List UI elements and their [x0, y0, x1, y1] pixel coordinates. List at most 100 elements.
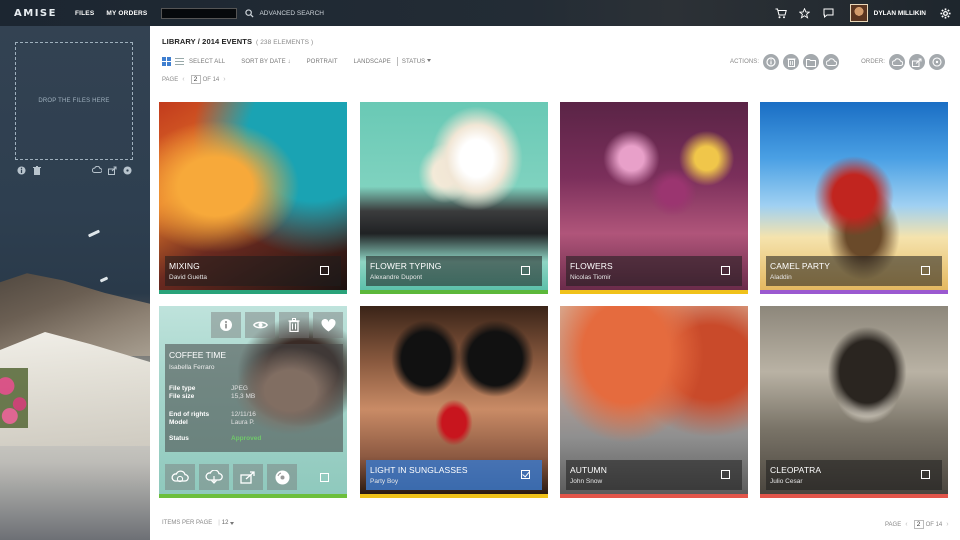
- card-title: COFFEE TIME: [169, 350, 226, 360]
- card-author: Julio Cesar: [770, 478, 803, 485]
- items-per-page: ITEMS PER PAGE | 12: [162, 520, 235, 526]
- chevron-down-icon: [427, 59, 432, 63]
- nav-files[interactable]: FILES: [75, 10, 94, 17]
- trash-icon[interactable]: [783, 54, 800, 70]
- breadcrumb: LIBRARY / 2014 EVENTS ( 238 ELEMENTS ): [162, 37, 313, 46]
- status-stripe: [760, 290, 948, 294]
- eye-icon[interactable]: [245, 312, 275, 338]
- cloud-upload-icon[interactable]: [165, 464, 195, 490]
- chevron-right-icon[interactable]: ›: [223, 76, 225, 83]
- media-card-flower-typing[interactable]: FLOWER TYPING Alexandre Dupont: [360, 102, 548, 294]
- info-icon[interactable]: [211, 312, 241, 338]
- detail-label-status: Status: [169, 435, 189, 442]
- page-input[interactable]: 2: [913, 520, 924, 529]
- media-card-light-in-sunglasses[interactable]: LIGHT IN SUNGLASSES Party Boy: [360, 306, 548, 498]
- trash-icon[interactable]: [279, 312, 309, 338]
- status-stripe: [560, 290, 748, 294]
- actions-label: ACTIONS:: [730, 59, 760, 65]
- advanced-search-link[interactable]: ADVANCED SEARCH: [259, 10, 324, 17]
- card-author: Alexandre Dupont: [370, 274, 423, 281]
- toolbar: SELECT ALL SORT BY DATE ↓ PORTRAIT LANDS…: [162, 57, 447, 66]
- media-card-cleopatra[interactable]: CLEOPATRA Julio Cesar: [760, 306, 948, 498]
- card-details-panel: COFFEE TIME Isabella Ferraro File type J…: [165, 344, 343, 452]
- cloud-download-icon[interactable]: [199, 464, 229, 490]
- grid-view-icon[interactable]: [162, 57, 171, 66]
- items-per-page-select[interactable]: 12: [222, 520, 229, 526]
- trash-icon[interactable]: [32, 165, 42, 175]
- portrait-filter[interactable]: PORTRAIT: [307, 59, 338, 65]
- chevron-left-icon[interactable]: ‹: [905, 521, 907, 528]
- page-total: OF 14: [925, 521, 943, 528]
- detail-label-file-type: File type: [169, 385, 196, 392]
- media-card-mixing[interactable]: MIXING David Guetta: [159, 102, 347, 294]
- heart-icon[interactable]: [313, 312, 343, 338]
- cloud-download-icon[interactable]: [889, 54, 906, 70]
- status-stripe: [159, 290, 347, 294]
- chevron-left-icon[interactable]: ‹: [182, 76, 184, 83]
- list-view-icon[interactable]: [175, 57, 184, 66]
- media-card-flowers[interactable]: FLOWERS Nicolas Tiomir: [560, 102, 748, 294]
- page-input[interactable]: 2: [190, 75, 201, 84]
- disc-icon[interactable]: [267, 464, 297, 490]
- disc-icon[interactable]: [929, 54, 946, 70]
- status-dropdown[interactable]: STATUS: [401, 58, 432, 65]
- chevron-right-icon[interactable]: ›: [946, 521, 948, 528]
- card-title: CAMEL PARTY: [770, 261, 830, 271]
- card-select-checkbox[interactable]: [521, 266, 530, 275]
- disc-icon[interactable]: [122, 165, 132, 175]
- info-icon[interactable]: [16, 165, 26, 175]
- boat-decoration: [99, 276, 109, 283]
- card-select-checkbox[interactable]: [521, 470, 530, 479]
- gear-icon[interactable]: [938, 6, 952, 20]
- card-select-checkbox[interactable]: [721, 266, 730, 275]
- card-caption: FLOWER TYPING Alexandre Dupont: [366, 256, 542, 286]
- select-all-button[interactable]: SELECT ALL: [189, 59, 225, 65]
- chat-icon[interactable]: [822, 6, 836, 20]
- page-total: OF 14: [202, 76, 220, 83]
- status-label: STATUS: [401, 58, 426, 65]
- card-title: CLEOPATRA: [770, 465, 822, 475]
- drop-zone-label: DROP THE FILES HERE: [38, 98, 110, 104]
- detail-value-model: Laura P.: [231, 419, 255, 426]
- divider: |: [218, 520, 220, 526]
- media-card-autumn[interactable]: AUTUMN John Snow: [560, 306, 748, 498]
- landscape-filter[interactable]: LANDSCAPE: [354, 59, 391, 65]
- info-icon[interactable]: [763, 54, 780, 70]
- media-card-camel-party[interactable]: CAMEL PARTY Aladdin: [760, 102, 948, 294]
- detail-label-end-of-rights: End of rights: [169, 411, 210, 418]
- user-name[interactable]: DYLAN MILLIKIN: [874, 10, 926, 17]
- flowers-decoration: [0, 368, 28, 428]
- card-title: AUTUMN: [570, 465, 607, 475]
- element-count: ( 238 ELEMENTS ): [256, 39, 314, 46]
- folder-icon[interactable]: [803, 54, 820, 70]
- share-icon[interactable]: [233, 464, 263, 490]
- main-content: LIBRARY / 2014 EVENTS ( 238 ELEMENTS ) SE…: [150, 26, 960, 540]
- cloud-download-icon[interactable]: [92, 165, 102, 175]
- card-caption: MIXING David Guetta: [165, 256, 341, 286]
- media-card-coffee-time[interactable]: COFFEE TIME Isabella Ferraro File type J…: [159, 306, 347, 498]
- search-icon[interactable]: [243, 7, 255, 19]
- file-drop-zone[interactable]: DROP THE FILES HERE: [15, 42, 133, 160]
- star-icon[interactable]: [798, 6, 812, 20]
- app-logo[interactable]: AMISE: [14, 8, 57, 19]
- search-input[interactable]: [161, 7, 238, 19]
- share-icon[interactable]: [107, 165, 117, 175]
- card-select-checkbox[interactable]: [320, 266, 329, 275]
- sort-by-date-button[interactable]: SORT BY DATE ↓: [241, 59, 290, 65]
- cart-icon[interactable]: [774, 6, 788, 20]
- pager-label: PAGE: [885, 521, 902, 528]
- card-select-checkbox[interactable]: [921, 266, 930, 275]
- card-caption: CAMEL PARTY Aladdin: [766, 256, 942, 286]
- top-bar: AMISE FILES MY ORDERS ADVANCED SEARCH DY…: [0, 0, 960, 26]
- nav-my-orders[interactable]: MY ORDERS: [106, 10, 147, 17]
- pager-top: PAGE ‹ 2 OF 14 ›: [162, 75, 230, 84]
- cloud-upload-icon[interactable]: [823, 54, 840, 70]
- avatar[interactable]: [849, 4, 868, 22]
- breadcrumb-path[interactable]: LIBRARY / 2014 EVENTS: [162, 37, 252, 46]
- card-select-checkbox[interactable]: [721, 470, 730, 479]
- status-stripe: [760, 494, 948, 498]
- share-icon[interactable]: [909, 54, 926, 70]
- card-select-checkbox[interactable]: [921, 470, 930, 479]
- card-select-checkbox[interactable]: [320, 472, 329, 482]
- chevron-down-icon[interactable]: [230, 521, 235, 525]
